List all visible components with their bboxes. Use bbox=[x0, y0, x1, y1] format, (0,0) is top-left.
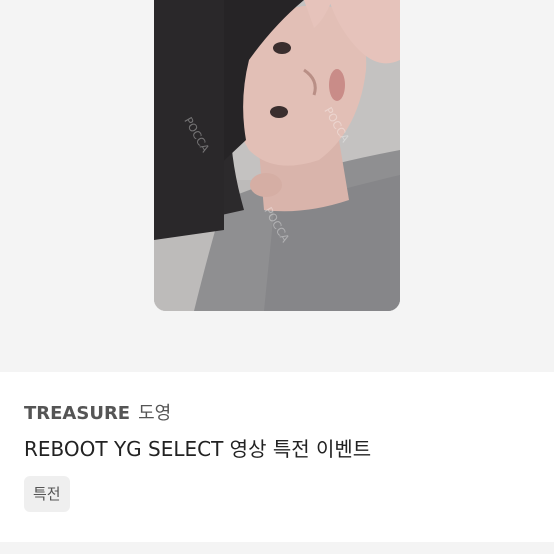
artist-line[interactable]: TREASURE 도영 bbox=[24, 403, 171, 425]
photocard-illustration: POCCA POCCA POCCA bbox=[154, 0, 400, 311]
product-title[interactable]: REBOOT YG SELECT 영상 특전 이벤트 bbox=[24, 436, 371, 462]
product-info-panel: TREASURE 도영 REBOOT YG SELECT 영상 특전 이벤트 특전 bbox=[0, 372, 554, 542]
member-name: 도영 bbox=[138, 403, 172, 424]
product-image-area: POCCA POCCA POCCA bbox=[0, 0, 554, 372]
artist-name: TREASURE bbox=[24, 403, 131, 424]
section-divider bbox=[0, 542, 554, 554]
tag-chip[interactable]: 특전 bbox=[24, 476, 70, 512]
photocard-image[interactable]: POCCA POCCA POCCA bbox=[154, 0, 400, 311]
